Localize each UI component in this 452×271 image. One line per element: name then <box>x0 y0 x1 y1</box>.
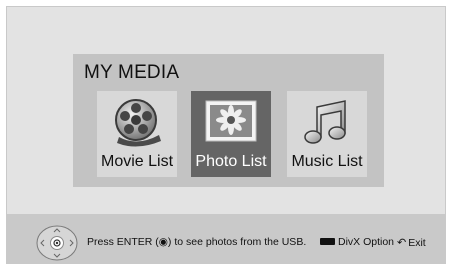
help-text: Press ENTER (◉) to see photos from the U… <box>87 236 307 248</box>
exit-button[interactable]: ↶ Exit <box>397 236 426 249</box>
page-title: MY MEDIA <box>84 62 180 83</box>
film-reel-icon <box>115 99 161 147</box>
movie-list-tile[interactable]: Movie List <box>97 91 177 177</box>
black-key-icon <box>320 237 335 245</box>
photo-list-label: Photo List <box>195 153 267 170</box>
divx-option-button[interactable]: DivX Option <box>320 236 394 248</box>
divx-option-label: DivX Option <box>338 236 395 248</box>
music-note-icon <box>304 100 346 144</box>
my-media-screen: MY MEDIA Movie List Photo List Music Lis… <box>0 0 452 271</box>
music-list-label: Music List <box>291 153 363 170</box>
exit-label: Exit <box>408 237 426 249</box>
photo-list-tile[interactable]: Photo List <box>191 91 271 177</box>
music-list-tile[interactable]: Music List <box>287 91 367 177</box>
movie-list-label: Movie List <box>100 153 174 170</box>
photo-icon <box>205 100 257 142</box>
return-arrow-icon: ↶ <box>397 237 407 249</box>
navigation-dpad-icon <box>36 225 78 261</box>
